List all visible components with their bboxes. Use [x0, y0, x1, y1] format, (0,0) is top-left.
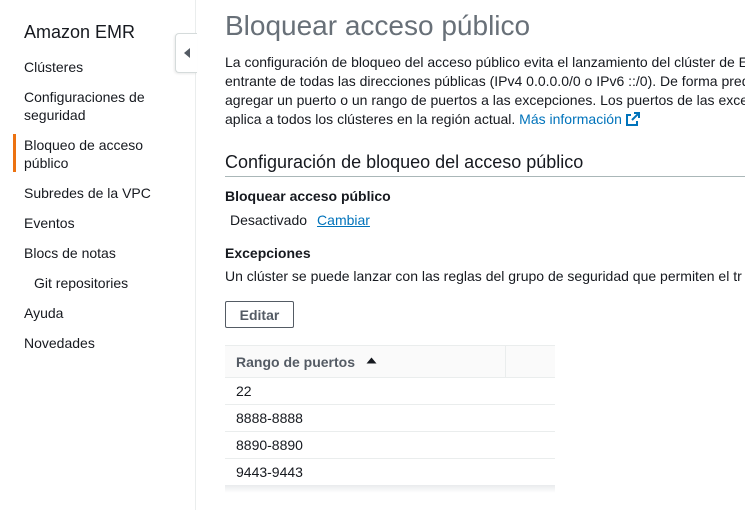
sidebar-item-git-repositories[interactable]: Git repositories [34, 274, 194, 292]
edit-button[interactable]: Editar [225, 301, 294, 328]
sidebar-item-whats-new[interactable]: Novedades [24, 334, 184, 352]
column-header-port-range[interactable]: Rango de puertos [236, 354, 355, 370]
table-row: 22 [225, 378, 555, 405]
table-cell-port-range: 9443-9443 [236, 464, 303, 480]
sidebar-title[interactable]: Amazon EMR [24, 22, 135, 43]
table-row: 8888-8888 [225, 405, 555, 432]
sidebar-item-vpc-subnets[interactable]: Subredes de la VPC [24, 184, 184, 202]
sidebar-item-help[interactable]: Ayuda [24, 304, 184, 322]
table-footer-shadow [225, 485, 555, 493]
table-header: Rango de puertos [225, 345, 555, 378]
column-divider [505, 346, 506, 377]
table-cell-port-range: 8890-8890 [236, 437, 303, 453]
table-cell-port-range: 22 [236, 383, 252, 399]
exceptions-label: Excepciones [225, 245, 311, 261]
external-link-icon [625, 112, 640, 126]
page-title: Bloquear acceso público [225, 10, 531, 41]
intro-line: La configuración de bloqueo del acceso p… [225, 54, 745, 70]
port-ranges-table: Rango de puertos 22 8888-8888 8890-8890 … [225, 345, 555, 493]
block-public-access-label: Bloquear acceso público [225, 188, 391, 204]
intro-line: entrante de todas las direcciones públic… [225, 73, 745, 89]
sidebar-item-notebooks[interactable]: Blocs de notas [24, 244, 184, 262]
collapse-sidebar-button[interactable] [175, 33, 197, 73]
sidebar-active-indicator [13, 134, 16, 172]
more-info-link[interactable]: Más información [519, 111, 640, 127]
intro-line: agregar un puerto o un rango de puertos … [225, 92, 745, 108]
table-cell-port-range: 8888-8888 [236, 410, 303, 426]
main-content: Bloquear acceso público La configuración… [225, 0, 745, 510]
exceptions-description: Un clúster se puede lanzar con las regla… [225, 268, 742, 284]
section-divider [225, 176, 745, 177]
intro-description: La configuración de bloqueo del acceso p… [225, 53, 745, 129]
block-status-value: Desactivado [230, 212, 308, 228]
sidebar-item-events[interactable]: Eventos [24, 214, 184, 232]
table-row: 8890-8890 [225, 432, 555, 459]
block-status-row: Desactivado Cambiar [230, 212, 370, 228]
intro-line: aplica a todos los clústeres en la regió… [225, 111, 516, 127]
sidebar-item-block-public-access[interactable]: Bloqueo de acceso público [24, 136, 184, 172]
sort-ascending-icon[interactable] [366, 357, 377, 364]
sidebar-item-security-configurations[interactable]: Configuraciones de seguridad [24, 88, 184, 124]
section-title: Configuración de bloqueo del acceso públ… [225, 152, 584, 172]
sidebar-item-clusters[interactable]: Clústeres [24, 58, 184, 76]
sidebar: Amazon EMR Clústeres Configuraciones de … [0, 0, 196, 510]
table-row: 9443-9443 [225, 459, 555, 485]
caret-left-icon [183, 48, 190, 58]
more-info-link-label: Más información [519, 111, 622, 127]
change-link[interactable]: Cambiar [317, 212, 370, 228]
intro-line-last: aplica a todos los clústeres en la regió… [225, 110, 745, 129]
